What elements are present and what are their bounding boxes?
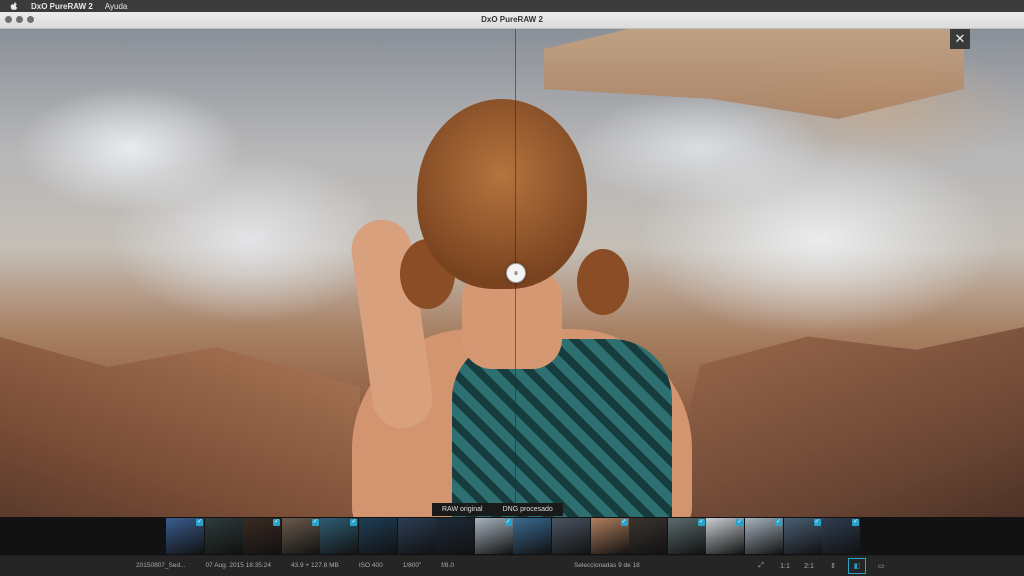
menu-help[interactable]: Ayuda (105, 2, 128, 11)
check-icon[interactable]: ✓ (350, 519, 358, 526)
filmstrip-thumbnail[interactable]: ✓ (474, 518, 513, 554)
zoom-2-1-button[interactable]: 2:1 (800, 558, 818, 574)
dng-processed-label: DNG procesado (492, 503, 563, 516)
check-icon[interactable]: ✓ (273, 519, 281, 526)
check-icon[interactable]: ✓ (196, 519, 203, 526)
filmstrip-thumbnail[interactable]: ✓ (243, 518, 282, 554)
menu-app-name[interactable]: DxO PureRAW 2 (31, 2, 93, 11)
canyon-cliff-right (664, 327, 1024, 517)
filmstrip-thumbnail[interactable]: ✓ (744, 518, 783, 554)
filmstrip-thumbnail[interactable]: ✓ (783, 518, 822, 554)
filmstrip-thumbnail[interactable]: ✓ (320, 518, 359, 554)
compare-labels: RAW original DNG procesado (432, 503, 563, 516)
canyon-cliff-left (0, 337, 360, 517)
filmstrip-thumbnail[interactable]: ✓ (667, 518, 706, 554)
menu-bar: DxO PureRAW 2 Ayuda (0, 0, 1024, 12)
single-view-button[interactable]: ▭ (872, 558, 890, 574)
close-icon[interactable]: ✕ (950, 29, 970, 49)
zoom-1-1-button[interactable]: 1:1 (776, 558, 794, 574)
split-view-button[interactable]: ◧ (848, 558, 866, 574)
photo-subject (322, 99, 692, 517)
status-filename: 20150807_Sed... (136, 562, 186, 569)
filmstrip: ✓ ✓ ✓ ✓ ✓ ✓ ✓ ✓ ✓ ✓ ✓ (0, 517, 1024, 555)
filmstrip-thumbnail[interactable]: ✓ (822, 518, 861, 554)
filmstrip-thumbnail[interactable] (513, 518, 552, 554)
check-icon[interactable]: ✓ (813, 519, 821, 526)
zoom-stepper[interactable]: ⇕ (824, 558, 842, 574)
compare-split-handle[interactable]: ⏸ (506, 263, 526, 283)
status-size: 43.9 + 127.8 MB (290, 562, 339, 569)
filmstrip-thumbnail[interactable] (204, 518, 243, 554)
filmstrip-thumbnail[interactable] (358, 518, 397, 554)
check-icon[interactable]: ✓ (852, 519, 860, 526)
thumbnail-list: ✓ ✓ ✓ ✓ ✓ ✓ ✓ ✓ ✓ ✓ ✓ (166, 518, 861, 554)
check-icon[interactable]: ✓ (311, 519, 319, 526)
status-bar: 20150807_Sed... 07 Aug. 2015 18:35:24 43… (0, 556, 1024, 576)
status-iso: ISO 400 (358, 562, 383, 569)
status-aperture: f/8.0 (441, 562, 454, 569)
filmstrip-thumbnail[interactable] (397, 518, 436, 554)
filmstrip-thumbnail[interactable]: ✓ (166, 518, 204, 554)
filmstrip-thumbnail[interactable]: ✓ (706, 518, 745, 554)
apple-icon[interactable] (9, 1, 19, 11)
zoom-fit-button[interactable]: ⤢ (752, 558, 770, 574)
filmstrip-thumbnail[interactable] (436, 518, 475, 554)
raw-original-label: RAW original (432, 503, 493, 516)
selection-count: Seleccionadas 9 de 18 (574, 562, 640, 569)
status-shutter: 1/800" (402, 562, 422, 569)
check-icon[interactable]: ✓ (620, 519, 628, 526)
check-icon[interactable]: ✓ (504, 519, 512, 526)
filmstrip-thumbnail[interactable] (629, 518, 668, 554)
image-compare-viewer[interactable]: ⏸ ✕ RAW original DNG procesado (0, 29, 1024, 517)
window-titlebar: DxO PureRAW 2 (0, 12, 1024, 29)
filmstrip-thumbnail[interactable]: ✓ (281, 518, 320, 554)
check-icon[interactable]: ✓ (774, 519, 782, 526)
status-date: 07 Aug. 2015 18:35:24 (205, 562, 271, 569)
filmstrip-thumbnail[interactable]: ✓ (590, 518, 629, 554)
filmstrip-thumbnail[interactable] (551, 518, 590, 554)
window-title: DxO PureRAW 2 (481, 15, 543, 24)
check-icon[interactable]: ✓ (697, 519, 705, 526)
check-icon[interactable]: ✓ (736, 519, 744, 526)
